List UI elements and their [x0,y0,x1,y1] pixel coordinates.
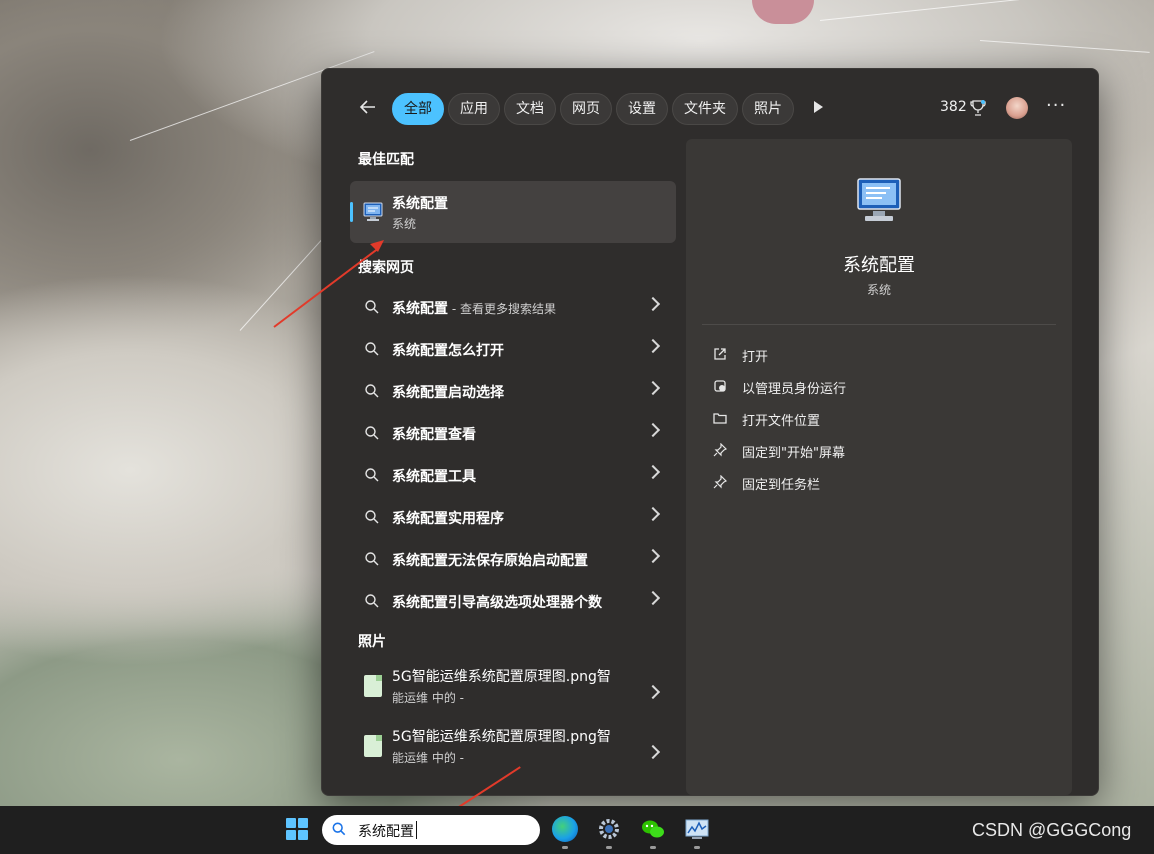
search-flyout: 全部 应用 文档 网页 设置 文件夹 照片 382 ··· 最佳匹配 系统配置 … [321,68,1099,796]
wechat-icon[interactable] [640,816,666,842]
selection-indicator [350,202,353,222]
divider [702,324,1056,325]
tab-photos[interactable]: 照片 [742,93,794,125]
taskbar-search-box[interactable]: 系统配置 [322,815,540,845]
chevron-right-icon [645,464,661,480]
best-match-subtitle: 系统 [392,217,417,231]
section-web-search: 搜索网页 [358,260,414,276]
web-result-label: 系统配置怎么打开 [392,343,504,359]
search-icon [365,594,379,608]
search-icon [365,384,379,398]
trophy-icon[interactable] [970,99,986,117]
system-config-app-icon [854,177,904,225]
photo-result-location: 能运维 中的 - [392,751,464,765]
photo-result-title: 5G智能运维系统配置原理图.png智 [392,669,611,685]
action-open[interactable]: 打开 [712,343,1032,367]
chevron-right-icon [645,380,661,396]
wallpaper-cat-nose [752,0,814,24]
preview-title: 系统配置 [843,255,915,276]
web-result-item[interactable]: 系统配置引导高级选项处理器个数 [350,581,676,621]
action-run-as-admin[interactable]: 以管理员身份运行 [712,375,1032,399]
more-filters-play-icon[interactable] [814,101,823,113]
web-result-item[interactable]: 系统配置 - 查看更多搜索结果 [350,287,676,327]
best-match-item[interactable]: 系统配置 系统 [350,181,676,243]
resource-monitor-icon[interactable] [684,816,710,842]
watermark: CSDN @GGGCong [972,820,1132,840]
preview-subtitle: 系统 [866,283,891,297]
pin-icon [712,474,728,491]
tab-settings[interactable]: 设置 [616,93,668,125]
web-result-label: 系统配置无法保存原始启动配置 [392,553,588,569]
chevron-right-icon [645,548,661,564]
image-file-icon [364,675,382,697]
pin-icon [712,442,728,459]
tab-folders[interactable]: 文件夹 [672,93,738,125]
search-icon [365,468,379,482]
windows-start-icon[interactable] [286,818,308,840]
app-running-indicator [650,846,656,849]
search-query: 系统配置 [358,824,414,840]
web-result-item[interactable]: 系统配置实用程序 [350,497,676,537]
web-result-label: 系统配置启动选择 [392,385,504,401]
web-result-item[interactable]: 系统配置无法保存原始启动配置 [350,539,676,579]
tab-documents[interactable]: 文档 [504,93,556,125]
settings-gear-icon[interactable] [596,816,622,842]
chevron-right-icon [645,338,661,354]
wallpaper-whisker [979,40,1150,53]
app-running-indicator [606,846,612,849]
user-avatar[interactable] [1006,97,1028,119]
tab-web[interactable]: 网页 [560,93,612,125]
tab-apps[interactable]: 应用 [448,93,500,125]
app-running-indicator [562,846,568,849]
chevron-right-icon [645,422,661,438]
photo-result-item[interactable]: 5G智能运维系统配置原理图.png智 能运维 中的 - [350,663,676,721]
chevron-right-icon [645,744,661,760]
tab-all[interactable]: 全部 [392,93,444,125]
photo-result-location: 能运维 中的 - [392,691,464,705]
rewards-points[interactable]: 382 [940,99,967,115]
app-running-indicator [694,846,700,849]
web-result-item[interactable]: 系统配置查看 [350,413,676,453]
open-external-icon [712,347,728,363]
chevron-right-icon [645,590,661,606]
section-photos: 照片 [358,634,386,650]
action-open-file-location[interactable]: 打开文件位置 [712,407,1032,431]
photo-result-title: 5G智能运维系统配置原理图.png智 [392,729,611,745]
web-result-label: 系统配置工具 [392,469,476,485]
system-config-app-icon [362,201,384,223]
admin-shield-icon [712,379,728,395]
action-pin-to-taskbar[interactable]: 固定到任务栏 [712,471,1032,495]
search-icon [332,822,346,836]
web-result-item[interactable]: 系统配置工具 [350,455,676,495]
png-file-icon [364,735,382,757]
back-arrow-icon[interactable] [358,97,380,119]
preview-pane: 系统配置 系统 打开 以管理员身份运行 打开文件位置 固定到"开始"屏幕 固定到… [686,139,1072,795]
chevron-right-icon [645,684,661,700]
section-best-match: 最佳匹配 [358,152,414,168]
web-result-label: 系统配置 - 查看更多搜索结果 [392,301,556,317]
search-icon [365,426,379,440]
search-icon [365,510,379,524]
search-icon [365,342,379,356]
edge-browser-icon[interactable] [552,816,578,842]
annotation-arrowhead [370,240,384,252]
web-result-label: 系统配置实用程序 [392,511,504,527]
wallpaper-whisker [819,0,1019,21]
web-result-item[interactable]: 系统配置怎么打开 [350,329,676,369]
filter-bar: 全部 应用 文档 网页 设置 文件夹 照片 382 ··· [322,69,1098,145]
best-match-title: 系统配置 [392,196,448,212]
web-result-item[interactable]: 系统配置启动选择 [350,371,676,411]
chevron-right-icon [645,296,661,312]
web-result-label: 系统配置查看 [392,427,476,443]
web-result-label: 系统配置引导高级选项处理器个数 [392,595,602,611]
more-options-icon[interactable]: ··· [1046,95,1066,116]
search-icon [365,552,379,566]
search-icon [365,300,379,314]
text-caret [416,821,417,839]
folder-icon [712,411,728,427]
chevron-right-icon [645,506,661,522]
action-pin-to-start[interactable]: 固定到"开始"屏幕 [712,439,1032,463]
